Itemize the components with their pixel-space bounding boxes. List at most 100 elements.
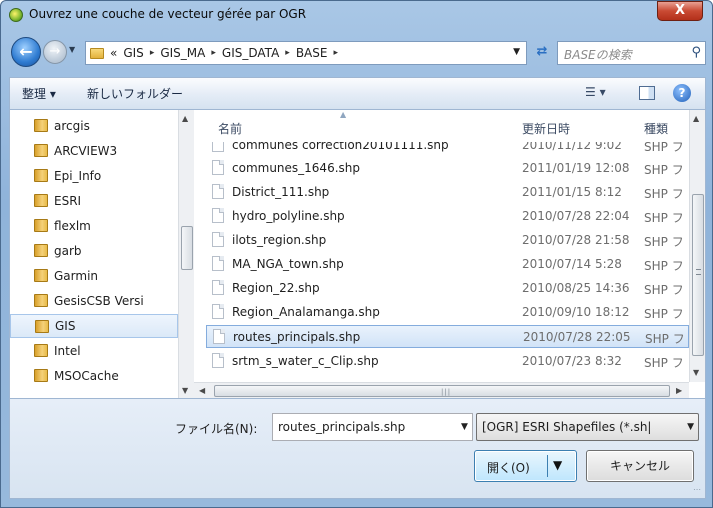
scroll-down-icon[interactable]: ▼ (693, 368, 699, 377)
back-button[interactable]: ← (11, 37, 41, 67)
address-dropdown-icon[interactable]: ▼ (513, 47, 520, 57)
file-row[interactable]: ilots_region.shp 2010/07/28 21:58 SHP フ (206, 229, 689, 252)
tree-item[interactable]: garb (10, 239, 178, 263)
open-button-label: 開く(O) (487, 461, 530, 475)
browser-content: arcgis ARCVIEW3 Epi_Info ESRI flexlm gar… (9, 109, 706, 399)
tree-item[interactable]: GesisCSB Versi (10, 289, 178, 313)
split-divider (547, 455, 548, 477)
organize-button[interactable]: 整理 ▾ (22, 85, 56, 102)
tree-item[interactable]: Epi_Info (10, 164, 178, 188)
file-icon (212, 160, 224, 175)
breadcrumb-item-base[interactable]: BASE (296, 46, 328, 60)
new-folder-button[interactable]: 新しいフォルダー (87, 85, 183, 102)
column-header-name[interactable]: 名前 (218, 120, 242, 137)
navigation-bar: ← → ▼ « GIS ▸ GIS_MA ▸ GIS_DATA ▸ BASE ▸… (9, 33, 706, 73)
chevron-down-icon[interactable]: ▼ (687, 422, 694, 432)
column-header-date[interactable]: 更新日時 (522, 120, 570, 137)
breadcrumb-item-gis-data[interactable]: GIS_DATA (222, 46, 279, 60)
file-list-scroll-thumb[interactable] (692, 194, 704, 356)
open-button[interactable]: 開く(O) ▼ (474, 450, 577, 482)
tree-item[interactable]: MSOCache (10, 364, 178, 388)
file-list-hscroll-thumb[interactable]: ||| (214, 385, 670, 397)
resize-grip-icon[interactable]: ⋯ (693, 485, 701, 494)
address-bar[interactable]: « GIS ▸ GIS_MA ▸ GIS_DATA ▸ BASE ▸ ▼ (85, 41, 527, 65)
file-row[interactable]: srtm_s_water_c_Clip.shp 2010/07/23 8:32 … (206, 350, 689, 373)
search-icon[interactable]: ⚲ (691, 45, 701, 60)
file-list-vertical-scrollbar[interactable]: ▲ ▼ (689, 110, 705, 382)
file-row[interactable]: hydro_polyline.shp 2010/07/28 22:04 SHP … (206, 205, 689, 228)
folder-icon (34, 119, 48, 132)
tree-item[interactable]: Intel (10, 339, 178, 363)
tree-item[interactable]: ESRI (10, 189, 178, 213)
file-icon (212, 256, 224, 271)
folder-icon (34, 294, 48, 307)
file-row[interactable]: District_111.shp 2011/01/15 8:12 SHP フ (206, 181, 689, 204)
tree-item[interactable]: arcgis (10, 114, 178, 138)
tree-item-gis[interactable]: GIS (10, 314, 178, 338)
breadcrumb-item-gis[interactable]: GIS (123, 46, 143, 60)
sort-ascending-icon: ▲ (340, 110, 347, 119)
command-toolbar: 整理 ▾ 新しいフォルダー ☰ ▾ ? (9, 77, 706, 109)
file-icon (212, 353, 224, 368)
folder-icon (90, 47, 104, 59)
tree-scroll-thumb[interactable] (181, 226, 193, 270)
file-row[interactable]: Region_Analamanga.shp 2010/09/10 18:12 S… (206, 301, 689, 324)
folder-icon (34, 344, 48, 357)
file-row[interactable]: communes_1646.shp 2011/01/19 12:08 SHP フ (206, 157, 689, 180)
column-header-type[interactable]: 種類 (644, 120, 668, 137)
folder-icon (34, 244, 48, 257)
scroll-grip-icon (696, 269, 701, 275)
folder-icon (34, 169, 48, 182)
breadcrumb-item-gis-ma[interactable]: GIS_MA (160, 46, 205, 60)
file-row[interactable]: MA_NGA_town.shp 2010/07/14 5:28 SHP フ (206, 253, 689, 276)
scroll-up-icon[interactable]: ▲ (182, 114, 188, 123)
help-icon[interactable]: ? (673, 84, 691, 102)
file-icon (213, 329, 225, 344)
open-options-dropdown-icon[interactable]: ▼ (553, 458, 562, 472)
scroll-up-icon[interactable]: ▲ (693, 114, 699, 123)
file-list-header: ▲ 名前 更新日時 種類 (194, 110, 689, 136)
filename-dropdown-icon[interactable]: ▼ (457, 413, 473, 441)
file-icon (212, 304, 224, 319)
folder-icon (34, 269, 48, 282)
file-list-horizontal-scrollbar[interactable]: ◀ ||| ▶ (194, 382, 689, 398)
close-button[interactable]: X (657, 1, 703, 21)
file-icon (212, 280, 224, 295)
file-list: ▲ 名前 更新日時 種類 communes correction20101111… (194, 110, 705, 398)
view-options-button[interactable]: ☰ ▾ (585, 85, 606, 99)
filename-value: routes_principals.shp (278, 420, 406, 434)
history-dropdown-icon[interactable]: ▼ (69, 45, 79, 57)
filename-input[interactable]: routes_principals.shp (272, 413, 471, 441)
folder-icon (34, 369, 48, 382)
folder-icon (35, 320, 49, 333)
arrow-left-icon: ← (19, 42, 33, 61)
arrow-right-icon: → (49, 44, 61, 59)
file-row[interactable]: Region_22.shp 2010/08/25 14:36 SHP フ (206, 277, 689, 300)
refresh-button[interactable]: ⇄ (531, 41, 553, 65)
chevron-down-icon: ▾ (599, 85, 606, 99)
filetype-select[interactable]: [OGR] ESRI Shapefiles (*.sh| ▼ (476, 413, 699, 441)
tree-item[interactable]: Garmin (10, 264, 178, 288)
breadcrumb-separator-icon[interactable]: ▸ (150, 48, 155, 58)
forward-button[interactable]: → (43, 40, 67, 64)
title-bar: Ouvrez une couche de vecteur gérée par O… (1, 1, 712, 29)
scroll-left-icon[interactable]: ◀ (199, 386, 205, 395)
cancel-button[interactable]: キャンセル (586, 450, 694, 482)
tree-item[interactable]: flexlm (10, 214, 178, 238)
scroll-right-icon[interactable]: ▶ (676, 386, 682, 395)
breadcrumb-separator-icon[interactable]: ▸ (333, 48, 338, 58)
file-icon (212, 232, 224, 247)
breadcrumb-separator-icon[interactable]: ▸ (211, 48, 216, 58)
tree-scrollbar[interactable]: ▲ ▼ (178, 110, 194, 398)
preview-pane-icon[interactable] (639, 86, 655, 100)
breadcrumb-separator-icon[interactable]: ▸ (285, 48, 290, 58)
search-input[interactable]: BASEの検索 ⚲ (557, 41, 706, 65)
breadcrumb-overflow[interactable]: « (110, 46, 117, 60)
file-row[interactable]: communes correction20101111.shp 2010/11/… (206, 142, 689, 157)
search-placeholder: BASEの検索 (564, 48, 632, 62)
file-icon (212, 142, 224, 152)
scroll-down-icon[interactable]: ▼ (182, 386, 188, 395)
tree-item[interactable]: ARCVIEW3 (10, 139, 178, 163)
file-row-selected[interactable]: routes_principals.shp 2010/07/28 22:05 S… (206, 325, 689, 348)
folder-icon (34, 219, 48, 232)
